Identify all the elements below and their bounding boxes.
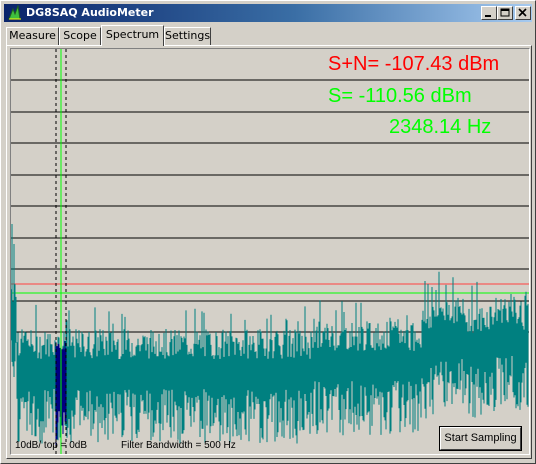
tab-spectrum-label: Spectrum bbox=[105, 28, 160, 41]
app-window: DG8SAQ AudioMeter Measure Scope Spectrum… bbox=[0, 0, 536, 464]
tab-measure-label: Measure bbox=[9, 29, 56, 42]
minimize-button[interactable] bbox=[481, 6, 497, 20]
signal-readout: S= -110.56 dBm bbox=[328, 85, 472, 107]
app-icon bbox=[8, 5, 21, 20]
title-bar[interactable]: DG8SAQ AudioMeter bbox=[4, 4, 532, 22]
spectrum-chart bbox=[11, 49, 529, 454]
window-title: DG8SAQ AudioMeter bbox=[26, 6, 154, 19]
close-icon bbox=[518, 8, 527, 17]
tab-measure[interactable]: Measure bbox=[6, 27, 59, 45]
tab-settings[interactable]: Settings bbox=[164, 27, 211, 45]
tab-strip: Measure Scope Spectrum Settings bbox=[6, 25, 532, 47]
start-sampling-button[interactable]: Start Sampling bbox=[439, 426, 522, 451]
tab-scope[interactable]: Scope bbox=[59, 27, 101, 45]
maximize-icon bbox=[500, 8, 510, 17]
maximize-button[interactable] bbox=[497, 6, 513, 20]
scale-label: 10dB/ top = 0dB bbox=[15, 440, 88, 451]
spectrum-trace bbox=[11, 224, 529, 444]
minimize-icon bbox=[485, 15, 491, 17]
frequency-readout: 2348.14 Hz bbox=[389, 116, 492, 138]
signal-noise-readout: S+N= -107.43 dBm bbox=[328, 53, 500, 75]
filter-bandwidth-label: Filter Bandwidth = 500 Hz bbox=[121, 440, 236, 451]
tab-spectrum[interactable]: Spectrum bbox=[101, 25, 164, 46]
spectrum-plot[interactable] bbox=[10, 48, 530, 455]
tab-settings-label: Settings bbox=[165, 29, 211, 42]
tab-scope-label: Scope bbox=[63, 29, 97, 42]
close-button[interactable] bbox=[515, 6, 531, 20]
